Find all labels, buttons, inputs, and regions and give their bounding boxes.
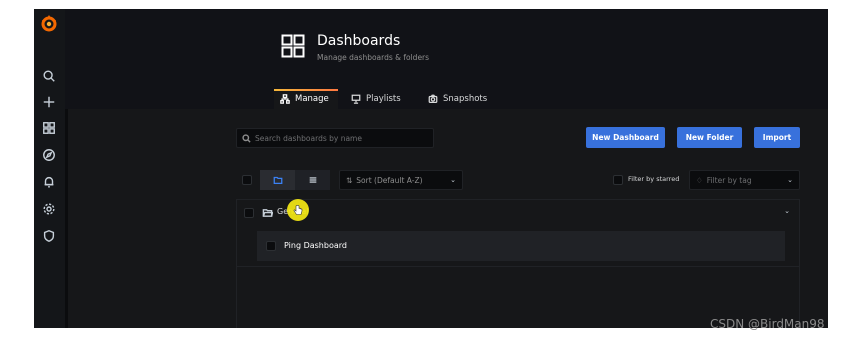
dashboard-checkbox[interactable] (266, 241, 276, 251)
tab-snapshots[interactable]: Snapshots (428, 89, 487, 109)
grafana-window: Dashboards Manage dashboards & folders M… (34, 9, 828, 328)
tab-manage[interactable]: Manage (274, 89, 338, 109)
sort-select[interactable]: ⇅ Sort (Default A-Z) ⌄ (339, 170, 463, 190)
sort-icon: ⇅ (346, 175, 353, 185)
camera-icon (428, 94, 438, 103)
folder-checkbox[interactable] (244, 208, 254, 218)
tab-playlists[interactable]: Playlists (351, 89, 401, 109)
shield-icon[interactable] (40, 227, 58, 245)
folder-open-icon (262, 209, 273, 217)
gear-icon[interactable] (40, 200, 58, 218)
tab-label: Manage (295, 94, 329, 104)
page-title: Dashboards (317, 33, 401, 49)
list-icon (309, 177, 316, 183)
tag-icon: ♢ (696, 175, 703, 185)
folder-icon (273, 176, 282, 184)
folder-row[interactable]: General ⌄ (237, 200, 799, 226)
sort-value: Sort (Default A-Z) (356, 175, 423, 185)
results-panel: General ⌄ Ping Dashboard (236, 199, 800, 328)
chevron-down-icon[interactable]: ⌄ (784, 207, 790, 215)
chevron-down-icon: ⌄ (787, 176, 793, 184)
new-dashboard-button[interactable]: New Dashboard (586, 127, 665, 148)
tag-filter-select[interactable]: ♢ Filter by tag ⌄ (689, 170, 800, 190)
tab-label: Playlists (366, 94, 401, 104)
starred-checkbox[interactable] (613, 175, 623, 185)
view-toggle (260, 170, 330, 190)
list-view-button[interactable] (295, 170, 330, 190)
divider (237, 266, 799, 267)
compass-icon[interactable] (40, 146, 58, 164)
search-icon[interactable] (40, 67, 58, 85)
page-subtitle: Manage dashboards & folders (317, 53, 430, 62)
sitemap-icon (280, 94, 290, 104)
chevron-down-icon: ⌄ (450, 176, 456, 184)
list-item[interactable]: Ping Dashboard (257, 231, 785, 261)
dashboards-grid-icon (281, 34, 305, 58)
search-icon (242, 133, 251, 143)
plus-icon[interactable] (40, 93, 58, 111)
hand-cursor-icon (293, 205, 303, 215)
tab-label: Snapshots (443, 94, 488, 104)
new-folder-button[interactable]: New Folder (677, 127, 742, 148)
folder-view-button[interactable] (260, 170, 295, 190)
dashboard-name[interactable]: Ping Dashboard (284, 241, 347, 250)
select-all-checkbox[interactable] (242, 175, 252, 185)
import-button[interactable]: Import (754, 127, 800, 148)
search-field[interactable] (236, 128, 434, 148)
grafana-logo[interactable] (39, 13, 59, 33)
search-input[interactable] (255, 133, 430, 143)
page-header: Dashboards Manage dashboards & folders M… (65, 9, 828, 109)
watermark: CSDN @BirdMan98 (710, 317, 825, 331)
presentation-icon (351, 94, 361, 104)
bell-icon[interactable] (40, 173, 58, 191)
sidebar (34, 9, 65, 328)
starred-label: Filter by starred (628, 175, 680, 183)
tag-placeholder: Filter by tag (706, 175, 752, 185)
dashboards-icon[interactable] (40, 119, 58, 137)
